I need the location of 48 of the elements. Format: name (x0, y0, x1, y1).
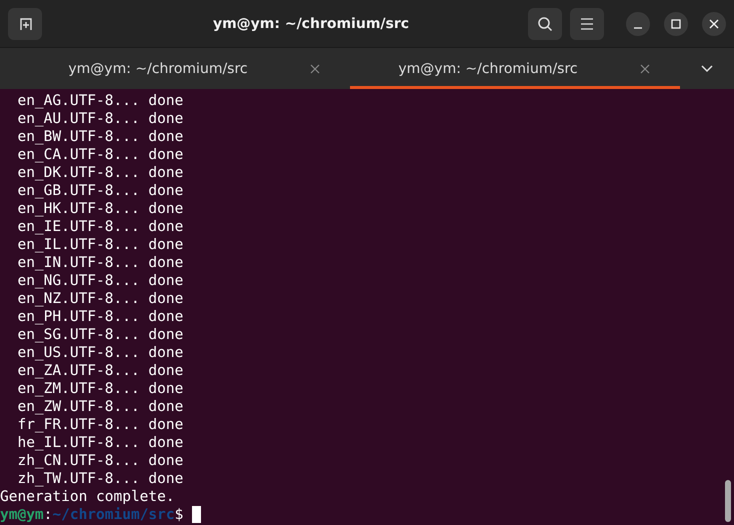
prompt-symbol: $ (174, 507, 184, 523)
close-icon[interactable] (310, 64, 320, 74)
terminal-line: en_NZ.UTF-8... done (16, 290, 184, 308)
terminal-line: en_HK.UTF-8... done (16, 200, 184, 218)
window-title: ym@ym: ~/chromium/src (212, 16, 410, 32)
terminal-line: Generation complete. (0, 488, 175, 506)
close-icon (709, 18, 719, 28)
terminal-line: zh_TW.UTF-8... done (16, 470, 184, 488)
prompt-path: ~/chromium/src (52, 507, 175, 523)
minimize-icon (633, 26, 643, 28)
terminal-line: en_DK.UTF-8... done (16, 164, 184, 182)
search-button[interactable] (528, 8, 562, 40)
tab-label: ym@ym: ~/chromium/src (68, 60, 248, 76)
minimize-button[interactable] (626, 12, 650, 36)
tab-label: ym@ym: ~/chromium/src (398, 60, 578, 76)
terminal-line: zh_CN.UTF-8... done (16, 452, 184, 470)
terminal-line: en_AG.UTF-8... done (16, 92, 184, 110)
terminal-line: en_GB.UTF-8... done (16, 182, 184, 200)
new-tab-button[interactable] (8, 8, 42, 40)
terminal-tab[interactable]: ym@ym: ~/chromium/src (350, 48, 680, 89)
prompt-user: ym@ym (0, 507, 44, 523)
maximize-icon (671, 18, 681, 28)
search-icon (537, 16, 553, 32)
terminal-line: en_CA.UTF-8... done (16, 146, 184, 164)
terminal-line: en_ZW.UTF-8... done (16, 398, 184, 416)
terminal-line: en_BW.UTF-8... done (16, 128, 184, 146)
terminal-line: en_IL.UTF-8... done (16, 236, 184, 254)
terminal-line: en_NG.UTF-8... done (16, 272, 184, 290)
terminal-line: he_IL.UTF-8... done (16, 434, 184, 452)
prompt-separator: : (44, 507, 52, 523)
menu-icon (580, 18, 594, 30)
chevron-down-icon[interactable] (701, 64, 713, 72)
text-cursor (192, 506, 202, 523)
terminal-line: en_ZM.UTF-8... done (16, 380, 184, 398)
terminal-line: en_ZA.UTF-8... done (16, 362, 184, 380)
terminal-line: en_US.UTF-8... done (16, 344, 184, 362)
terminal-tab[interactable]: ym@ym: ~/chromium/src (20, 48, 350, 89)
close-icon[interactable] (640, 64, 650, 74)
maximize-button[interactable] (664, 12, 688, 36)
close-button[interactable] (702, 12, 726, 36)
terminal-line: fr_FR.UTF-8... done (16, 416, 184, 434)
terminal-line: en_IN.UTF-8... done (16, 254, 184, 272)
terminal-line: en_AU.UTF-8... done (16, 110, 184, 128)
terminal-line: en_PH.UTF-8... done (16, 308, 184, 326)
scrollbar-thumb[interactable] (725, 480, 731, 522)
menu-button[interactable] (570, 8, 604, 40)
terminal-line: en_SG.UTF-8... done (16, 326, 184, 344)
terminal-line: en_IE.UTF-8... done (16, 218, 184, 236)
